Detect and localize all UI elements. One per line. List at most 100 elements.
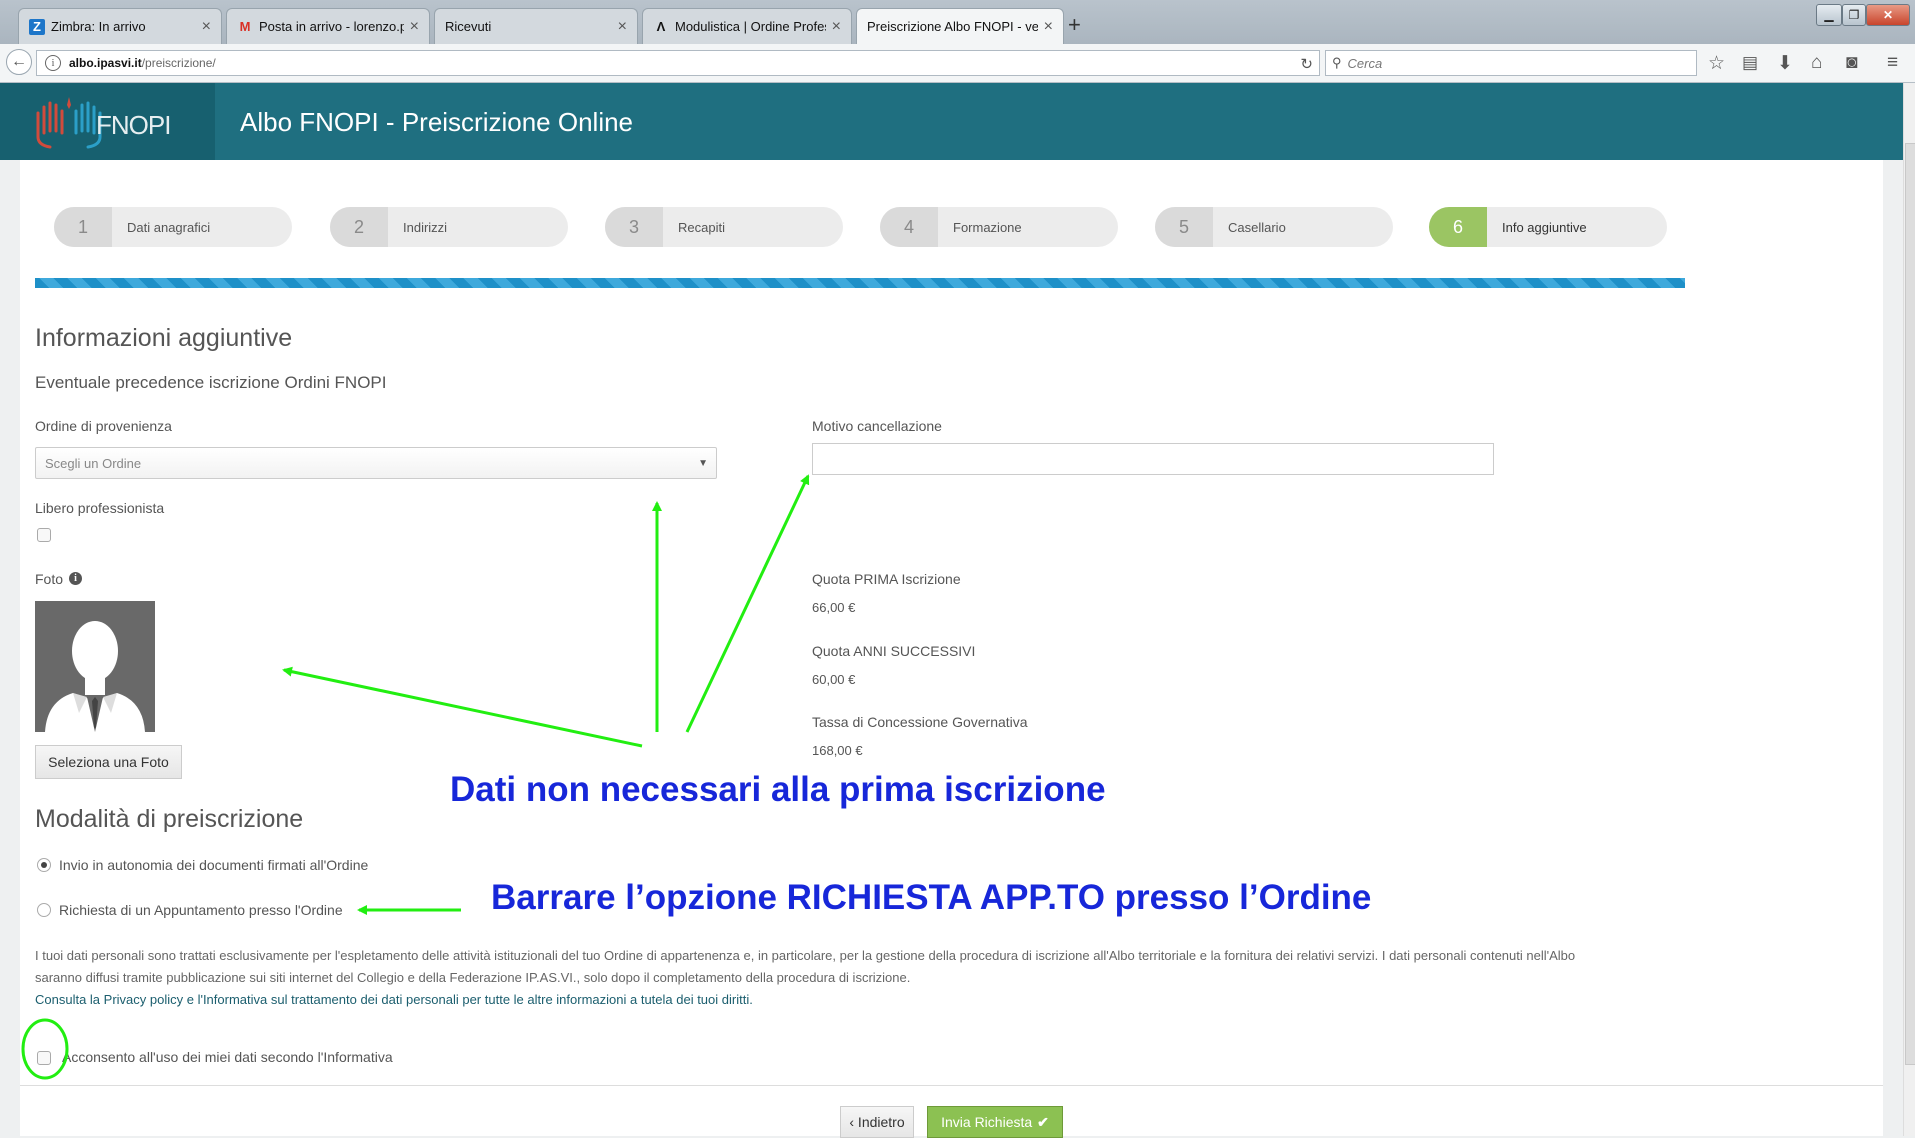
browser-tab-gmail[interactable]: M Posta in arrivo - lorenzo.pa... × — [226, 8, 430, 44]
step-label: Indirizzi — [403, 220, 448, 235]
privacy-paragraph: I tuoi dati personali sono trattati escl… — [35, 948, 1576, 985]
logo-text: FNOPI — [96, 110, 171, 140]
close-tab-icon[interactable]: × — [202, 18, 211, 36]
annotation-not-needed: Dati non necessari alla prima iscrizione — [450, 770, 1106, 809]
tab-title: Preiscrizione Albo FNOPI - ver. ... — [867, 19, 1038, 34]
step-number: 5 — [1155, 207, 1213, 247]
user-silhouette-icon — [45, 621, 145, 732]
step-label: Dati anagrafici — [127, 220, 211, 235]
page-scrollbar[interactable] — [1903, 83, 1915, 1136]
home-icon[interactable]: ⌂ — [1811, 52, 1822, 74]
tab-title: Zimbra: In arrivo — [51, 19, 146, 34]
step-number: 6 — [1429, 207, 1487, 247]
step-number: 1 — [54, 207, 112, 247]
browser-tab-bar: Z Zimbra: In arrivo × M Posta in arrivo … — [0, 0, 1915, 44]
bookmark-star-icon[interactable]: ☆ — [1708, 52, 1725, 75]
annotation-select-appointment: Barrare l’opzione RICHIESTA APP.TO press… — [491, 878, 1372, 917]
consent-label: Acconsento all'uso dei miei dati secondo… — [62, 1049, 393, 1065]
ordine-select[interactable]: Scegli un Ordine ▼ — [35, 447, 717, 479]
main-content: 1 Dati anagrafici 2 Indirizzi 3 Recapiti… — [20, 160, 1883, 1138]
libero-checkbox[interactable] — [37, 528, 51, 542]
url-host: albo.ipasvi.it — [69, 56, 142, 70]
scrollbar-thumb[interactable] — [1905, 143, 1915, 1065]
step-recapiti[interactable]: 3 Recapiti — [605, 207, 843, 247]
step-formazione[interactable]: 4 Formazione — [880, 207, 1118, 247]
step-label: Formazione — [953, 220, 1022, 235]
new-tab-icon[interactable]: + — [1068, 12, 1081, 38]
step-info-aggiuntive[interactable]: 6 Info aggiuntive — [1429, 207, 1667, 247]
radio-invio-autonomia[interactable] — [37, 858, 51, 872]
step-label: Recapiti — [678, 220, 725, 235]
gmail-icon: M — [239, 19, 251, 34]
url-path: /preiscrizione/ — [141, 56, 216, 70]
radio-richiesta-appuntamento[interactable] — [37, 903, 51, 917]
consent-checkbox[interactable] — [37, 1051, 51, 1065]
radio-richiesta-label: Richiesta di un Appuntamento presso l'Or… — [59, 902, 343, 918]
submit-button-label: Invia Richiesta — [941, 1114, 1033, 1130]
submit-button[interactable]: Invia Richiesta ✔ — [927, 1106, 1063, 1138]
close-window-icon[interactable]: ✕ — [1866, 4, 1910, 26]
site-header: FNOPI Albo FNOPI - Preiscrizione Online — [0, 83, 1903, 160]
tassa-label: Tassa di Concessione Governativa — [812, 714, 1028, 730]
section-title: Informazioni aggiuntive — [35, 324, 293, 352]
reader-list-icon[interactable]: ▤ — [1742, 53, 1758, 73]
ordine-label: Ordine di provenienza — [35, 418, 172, 434]
info-icon[interactable]: i — [69, 572, 82, 585]
tab-title: Ricevuti — [445, 19, 492, 34]
download-icon[interactable]: ⬇ — [1777, 52, 1793, 75]
tab-title: Posta in arrivo - lorenzo.pa... — [259, 19, 404, 34]
close-tab-icon[interactable]: × — [832, 18, 841, 36]
tab-title: Modulistica | Ordine Profes... — [675, 19, 826, 34]
radio-invio-label: Invio in autonomia dei documenti firmati… — [59, 857, 369, 873]
privacy-text: I tuoi dati personali sono trattati escl… — [35, 945, 1605, 1011]
tassa-value: 168,00 € — [812, 743, 863, 758]
browser-tab-modulistica[interactable]: Λ Modulistica | Ordine Profes... × — [642, 8, 852, 44]
avatar — [35, 601, 155, 732]
checkmark-icon: ✔ — [1037, 1113, 1049, 1130]
zimbra-icon: Z — [29, 18, 45, 35]
menu-icon[interactable]: ≡ — [1887, 52, 1898, 74]
step-label: Casellario — [1228, 220, 1286, 235]
step-casellario[interactable]: 5 Casellario — [1155, 207, 1393, 247]
close-tab-icon[interactable]: × — [410, 18, 419, 36]
modalita-title: Modalità di preiscrizione — [35, 805, 304, 833]
back-arrow-icon[interactable]: ← — [6, 49, 32, 75]
divider — [20, 1085, 1883, 1086]
browser-tab-zimbra[interactable]: Z Zimbra: In arrivo × — [18, 8, 222, 44]
step-dati-anagrafici[interactable]: 1 Dati anagrafici — [54, 207, 292, 247]
libero-label: Libero professionista — [35, 500, 165, 516]
reload-icon[interactable]: ↻ — [1300, 55, 1313, 73]
browser-tab-preiscrizione[interactable]: Preiscrizione Albo FNOPI - ver. ... × — [856, 8, 1064, 44]
quota-prima-label: Quota PRIMA Iscrizione — [812, 571, 961, 587]
search-icon: ⚲ — [1332, 55, 1342, 70]
quota-prima-value: 66,00 € — [812, 600, 856, 615]
step-number: 4 — [880, 207, 938, 247]
ordine-select-value: Scegli un Ordine — [45, 455, 142, 471]
progress-bar — [35, 278, 1685, 288]
fnopi-logo[interactable]: FNOPI — [0, 83, 215, 160]
close-tab-icon[interactable]: × — [1044, 18, 1053, 36]
motivo-input[interactable] — [812, 443, 1494, 475]
browser-tab-ricevuti[interactable]: Ricevuti × — [434, 8, 638, 44]
quota-successivi-value: 60,00 € — [812, 672, 856, 687]
pocket-icon[interactable]: ◙ — [1846, 52, 1857, 74]
close-tab-icon[interactable]: × — [618, 18, 627, 36]
lambda-icon: Λ — [656, 19, 666, 34]
url-bar[interactable]: i albo.ipasvi.it/preiscrizione/ ↻ — [36, 50, 1320, 76]
step-number: 2 — [330, 207, 388, 247]
quota-successivi-label: Quota ANNI SUCCESSIVI — [812, 643, 976, 659]
search-placeholder: Cerca — [1347, 55, 1383, 71]
select-photo-button[interactable]: Seleziona una Foto — [35, 745, 182, 779]
step-number: 3 — [605, 207, 663, 247]
step-indirizzi[interactable]: 2 Indirizzi — [330, 207, 568, 247]
foto-label: Foto — [35, 571, 64, 587]
chevron-down-icon: ▼ — [698, 458, 708, 469]
info-icon[interactable]: i — [45, 55, 61, 71]
motivo-label: Motivo cancellazione — [812, 418, 942, 434]
minimize-icon[interactable]: ▁ — [1816, 4, 1842, 26]
privacy-policy-link[interactable]: Consulta la Privacy policy e l'Informati… — [35, 992, 753, 1007]
maximize-icon[interactable]: ❐ — [1842, 4, 1866, 26]
subsection-title: Eventuale precedence iscrizione Ordini F… — [35, 373, 387, 392]
search-input[interactable]: ⚲ Cerca — [1325, 50, 1697, 76]
back-button[interactable]: ‹ Indietro — [840, 1106, 914, 1138]
